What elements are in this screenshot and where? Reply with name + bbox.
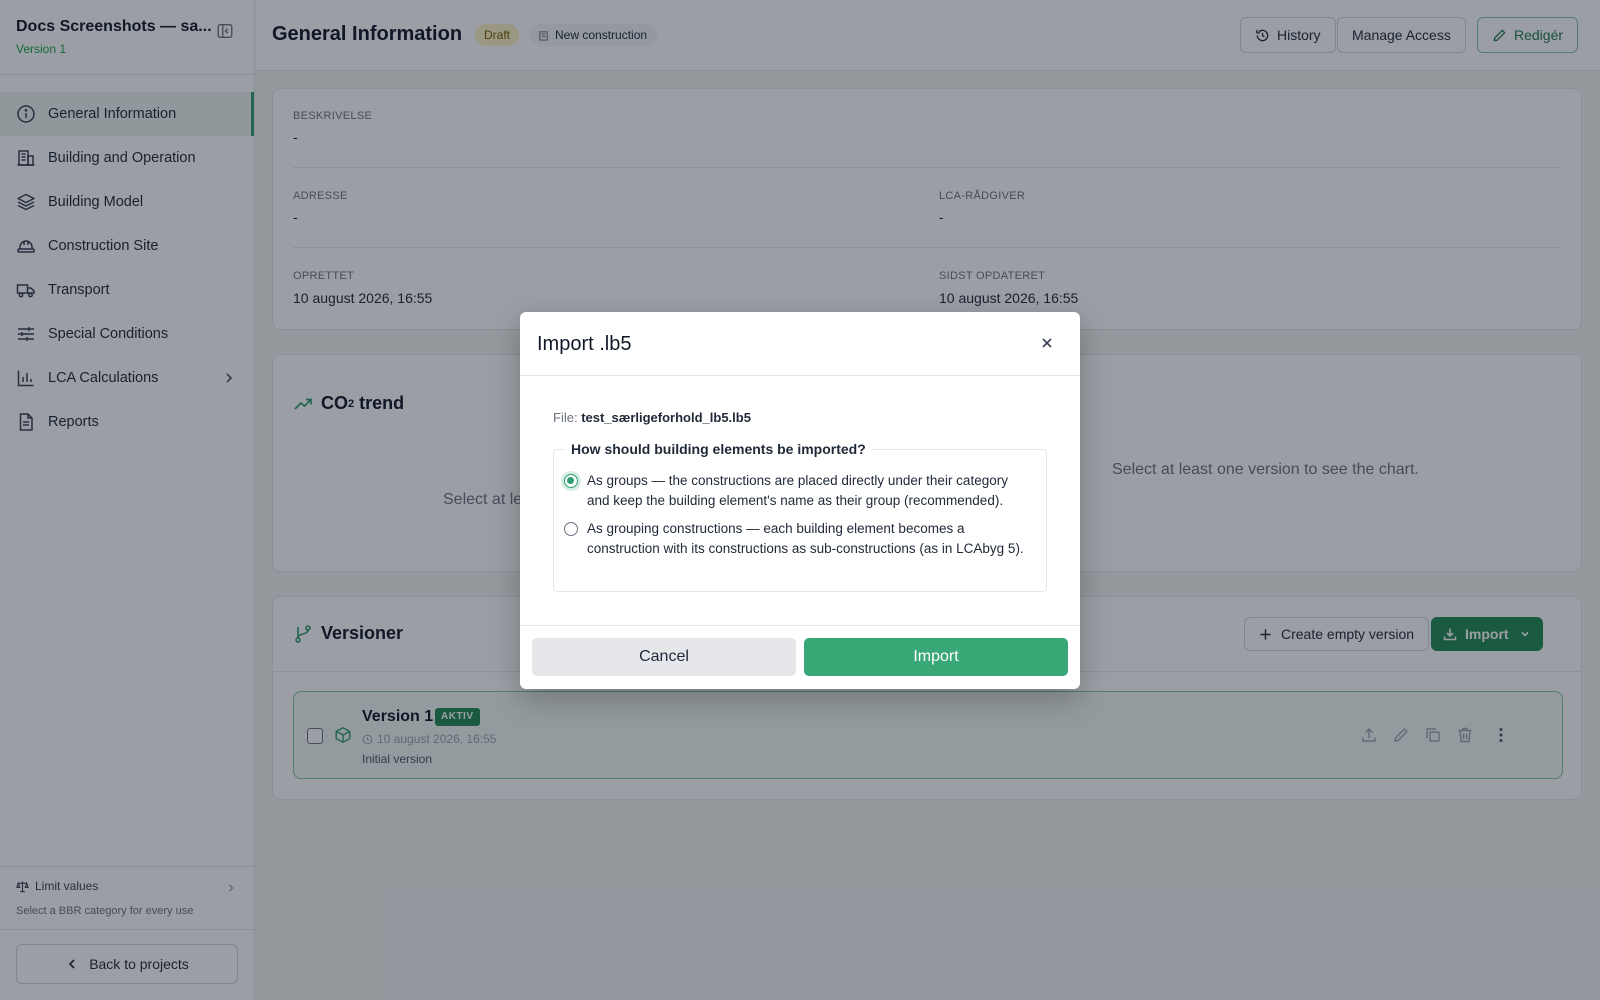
dialog-header: Import .lb5: [520, 312, 1080, 376]
import-mode-fieldset: How should building elements be imported…: [553, 441, 1047, 592]
import-mode-question: How should building elements be imported…: [565, 441, 872, 457]
import-button[interactable]: Import: [804, 638, 1068, 676]
radio-as-groups[interactable]: [564, 474, 578, 488]
file-label: File:: [553, 410, 578, 425]
option-as-groups[interactable]: As groups — the constructions are placed…: [564, 471, 1027, 511]
dialog-title: Import .lb5: [537, 333, 632, 355]
dialog-footer: Cancel Import: [520, 625, 1080, 689]
option-as-grouping-constructions-label: As grouping constructions — each buildin…: [587, 521, 1024, 556]
file-name: test_særligeforhold_lb5.lb5: [581, 410, 751, 425]
radio-as-grouping-constructions[interactable]: [564, 522, 578, 536]
option-as-groups-label: As groups — the constructions are placed…: [587, 473, 1008, 508]
cancel-button[interactable]: Cancel: [532, 638, 796, 676]
close-icon[interactable]: [1040, 336, 1054, 350]
option-as-grouping-constructions[interactable]: As grouping constructions — each buildin…: [564, 519, 1027, 559]
import-lb5-dialog: Import .lb5 File: test_særligeforhold_lb…: [520, 312, 1080, 689]
selected-file: File: test_særligeforhold_lb5.lb5: [553, 410, 751, 425]
